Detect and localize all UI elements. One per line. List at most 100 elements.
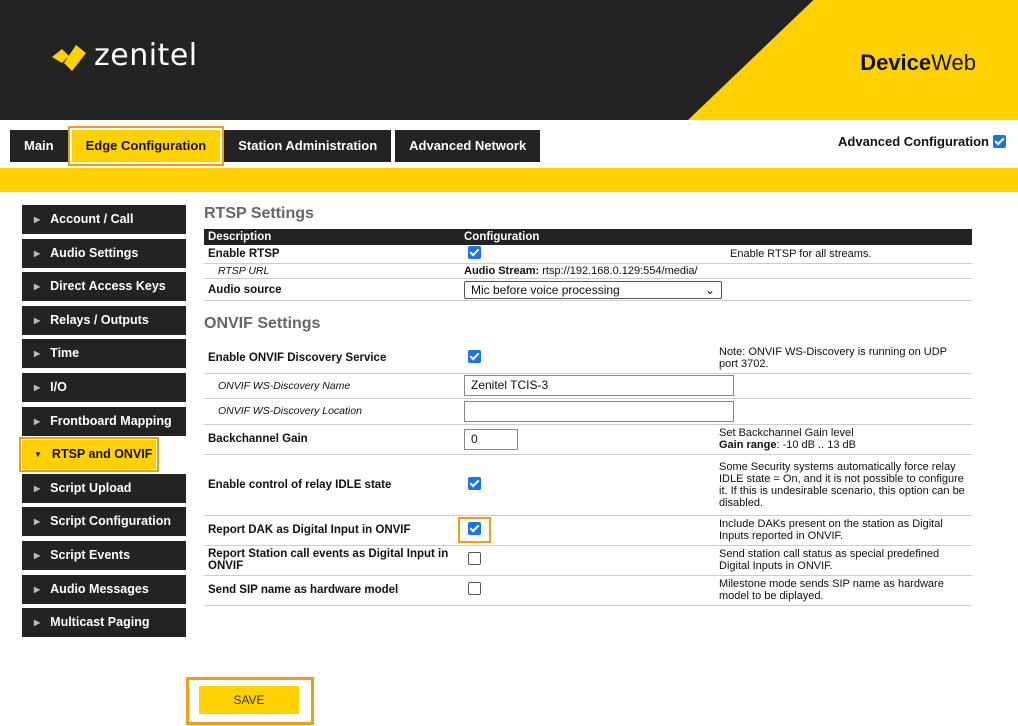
onvif-settings-table: Enable ONVIF Discovery Service Note: ONV…	[204, 343, 972, 606]
onvif-discovery-checkbox[interactable]	[468, 349, 481, 363]
chevron-right-icon: ▶	[34, 483, 41, 493]
sidebar-item-script-configuration[interactable]: ▶ Script Configuration	[22, 507, 186, 537]
sidebar-item-label: Audio Settings	[50, 245, 139, 260]
table-row: Enable control of relay IDLE state Some …	[204, 454, 972, 516]
chevron-right-icon: ▶	[34, 349, 41, 359]
report-dak-cell	[458, 515, 715, 546]
report-dak-label: Report DAK as Digital Input in ONVIF	[204, 515, 460, 546]
sidebar-item-direct-access-keys[interactable]: ▶ Direct Access Keys	[22, 272, 186, 302]
chevron-right-icon: ▶	[34, 215, 41, 224]
sidebar-item-audio-settings[interactable]: ▶ Audio Settings	[22, 238, 186, 268]
sidebar-item-multicast-paging[interactable]: ▶ Multicast Paging	[22, 608, 186, 638]
onvif-name-input[interactable]: Zenitel TCIS-3	[464, 375, 734, 396]
table-row: Send SIP name as hardware model Mileston…	[204, 575, 972, 606]
gain-range-label: Gain range	[719, 439, 777, 451]
rtsp-url-cell: Audio Stream: rtsp://192.168.0.129:554/m…	[460, 263, 972, 279]
sidebar-item-label: Script Events	[50, 547, 131, 562]
gain-note-text: Set Backchannel Gain level	[719, 427, 854, 439]
report-call-checkbox[interactable]	[468, 552, 481, 565]
onvif-name-label: ONVIF WS-Discovery Name	[204, 373, 460, 399]
table-row: Enable RTSP Enable RTSP for all streams.	[204, 245, 972, 264]
chevron-right-icon: ▶	[34, 416, 41, 426]
sidebar-item-label: RTSP and ONVIF	[51, 447, 153, 462]
sidebar-item-label: Time	[50, 346, 80, 361]
send-sip-cell	[460, 575, 715, 606]
sidebar-item-relays-outputs[interactable]: ▶ Relays / Outputs	[22, 305, 186, 335]
zenitel-logo: zenitel	[52, 38, 198, 73]
table-row: Report Station call events as Digital In…	[204, 545, 972, 576]
backchannel-gain-cell: 0	[460, 424, 715, 455]
sidebar-item-rtsp-onvif[interactable]: ▼ RTSP and ONVIF	[19, 437, 159, 473]
sidebar-item-label: I/O	[50, 379, 67, 394]
table-header-row: Description Configuration	[204, 229, 972, 245]
rtsp-url-prefix: Audio Stream:	[464, 265, 540, 277]
col-configuration: Configuration	[460, 229, 726, 245]
report-dak-note: Include DAKs present on the station as D…	[715, 515, 972, 546]
tab-station-administration[interactable]: Station Administration	[224, 130, 392, 162]
rtsp-url-value: rtsp://192.168.0.129:554/media/	[542, 265, 698, 277]
relay-idle-label: Enable control of relay IDLE state	[204, 454, 460, 516]
onvif-discovery-note: Note: ONVIF WS-Discovery is running on U…	[715, 343, 972, 374]
table-row: Enable ONVIF Discovery Service Note: ONV…	[204, 343, 972, 374]
relay-idle-note: Some Security systems automatically forc…	[715, 454, 972, 516]
sidebar-item-audio-messages[interactable]: ▶ Audio Messages	[22, 574, 186, 604]
rtsp-section-title: RTSP Settings	[204, 205, 314, 222]
chevron-right-icon: ▶	[34, 382, 41, 392]
relay-idle-checkbox[interactable]	[468, 476, 481, 490]
backchannel-gain-input[interactable]: 0	[464, 428, 518, 450]
enable-rtsp-label: Enable RTSP	[204, 245, 460, 264]
send-sip-checkbox[interactable]	[468, 582, 481, 595]
brand-bold: Device	[860, 50, 932, 75]
onvif-discovery-cell	[460, 343, 715, 374]
report-call-label: Report Station call events as Digital In…	[204, 545, 460, 576]
sidebar-item-label: Relays / Outputs	[50, 312, 149, 327]
enable-rtsp-checkbox[interactable]	[468, 246, 481, 259]
report-dak-checkbox[interactable]	[468, 522, 481, 535]
sidebar-item-label: Multicast Paging	[50, 615, 150, 630]
sidebar-item-script-upload[interactable]: ▶ Script Upload	[22, 473, 186, 503]
onvif-discovery-label: Enable ONVIF Discovery Service	[204, 343, 460, 374]
sidebar-item-frontboard-mapping[interactable]: ▶ Frontboard Mapping	[22, 406, 186, 436]
onvif-location-cell	[460, 398, 972, 425]
chevron-down-icon: ⌄	[704, 282, 715, 297]
sidebar-item-script-events[interactable]: ▶ Script Events	[22, 540, 186, 570]
sidebar-item-io[interactable]: ▶ I/O	[22, 372, 186, 402]
deviceweb-brand: DeviceWeb	[860, 50, 976, 76]
backchannel-gain-note: Set Backchannel Gain level Gain range: -1…	[715, 424, 972, 455]
advanced-configuration-checkbox[interactable]	[993, 135, 1006, 148]
sidebar-item-account-call[interactable]: ▶ Account / Call	[22, 205, 186, 234]
col-notes	[726, 229, 972, 245]
onvif-location-input[interactable]	[464, 400, 734, 422]
onvif-section-title: ONVIF Settings	[204, 315, 321, 332]
sidebar-item-time[interactable]: ▶ Time	[22, 339, 186, 369]
col-description: Description	[204, 229, 460, 245]
advanced-configuration-toggle[interactable]: Advanced Configuration	[838, 134, 1006, 149]
main-content: RTSP Settings Description Configuration …	[204, 205, 974, 606]
tab-advanced-network[interactable]: Advanced Network	[395, 130, 541, 162]
chevron-right-icon: ▶	[34, 550, 41, 560]
table-row: Backchannel Gain 0 Set Backchannel Gain …	[204, 424, 972, 455]
sidebar-nav: ▶ Account / Call ▶ Audio Settings ▶ Direct …	[19, 205, 186, 642]
audio-source-label: Audio source	[204, 278, 460, 301]
audio-source-select[interactable]: Mic before voice processing ⌄	[464, 280, 722, 299]
sidebar-item-label: Account / Call	[50, 212, 134, 226]
rtsp-url-label: RTSP URL	[204, 263, 460, 279]
sidebar-item-label: Script Upload	[50, 480, 132, 495]
audio-source-value: Mic before voice processing	[471, 282, 620, 297]
tab-main[interactable]: Main	[10, 130, 68, 162]
save-highlight: SAVE	[186, 677, 314, 725]
chevron-down-icon: ▼	[34, 450, 42, 460]
empty-cell	[726, 278, 972, 301]
tab-edge-configuration[interactable]: Edge Configuration	[67, 126, 225, 166]
chevron-right-icon: ▶	[34, 584, 41, 594]
sidebar-item-label: Audio Messages	[50, 581, 149, 596]
table-row: Audio source Mic before voice processing…	[204, 278, 972, 301]
audio-source-cell: Mic before voice processing ⌄	[460, 278, 726, 301]
onvif-name-cell: Zenitel TCIS-3	[460, 373, 972, 399]
save-button[interactable]: SAVE	[199, 686, 299, 714]
chevron-right-icon: ▶	[34, 618, 41, 628]
sidebar-item-label: Frontboard Mapping	[50, 413, 172, 428]
zenitel-logo-icon	[52, 44, 86, 71]
chevron-right-icon: ▶	[34, 315, 41, 325]
logo-text: zenitel	[94, 38, 198, 73]
